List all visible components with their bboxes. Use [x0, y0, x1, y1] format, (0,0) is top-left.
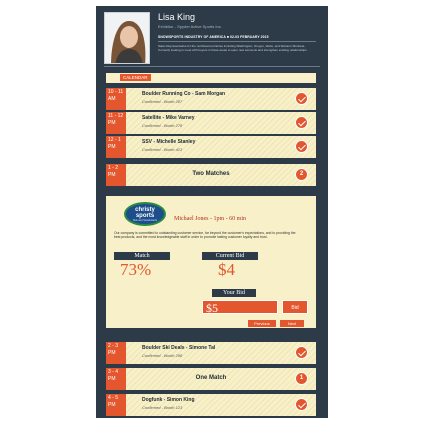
schedule-row[interactable]: 4 - 5 PM Dogfunk - Simon King Confirmed …: [106, 394, 316, 416]
confirmed-check-icon[interactable]: [295, 140, 308, 153]
confirmed-check-icon[interactable]: [295, 116, 308, 129]
app-frame: Lisa King Exhibitor - Spyder Active Spor…: [96, 6, 328, 418]
schedule-row[interactable]: 2 - 3 PM Boulder Ski Deals - Simone Tal …: [106, 342, 316, 364]
appointment-status: Confirmed - Booth 423: [142, 147, 183, 152]
match-value: 73%: [120, 260, 152, 279]
tab-calendar[interactable]: CALENDAR: [120, 74, 151, 81]
match-label: Match: [114, 252, 170, 260]
your-bid-label: Your Bid: [212, 289, 256, 297]
bid-button[interactable]: Bid: [282, 300, 308, 314]
vendor-logo: christy sports Skis and Snowboards: [124, 202, 166, 226]
match-detail-panel: christy sports Skis and Snowboards Micha…: [106, 196, 316, 328]
time-slot: 2 - 3 PM: [106, 342, 126, 364]
time-slot: 10 - 11 AM: [106, 88, 126, 110]
match-group-title: Two Matches: [192, 171, 230, 177]
profile-name: Lisa King: [158, 12, 196, 22]
schedule-row[interactable]: 12 - 1 PM SSV - Michelle Stanley Confirm…: [106, 136, 316, 158]
current-bid-label: Current Bid: [202, 252, 258, 260]
appointment-title: Boulder Running Co - Sam Morgan: [142, 91, 226, 97]
match-group-row[interactable]: 1 - 2 PM Two Matches 2: [106, 164, 316, 186]
show-title: SNOWSPORTS INDUSTRY OF AMERICA ■ 02-03 F…: [158, 35, 269, 39]
match-count-badge[interactable]: 2: [295, 168, 308, 181]
meeting-info: Michael Jones - 1pm - 60 min: [174, 216, 246, 222]
time-slot: 12 - 1 PM: [106, 136, 126, 158]
appointment-status: Confirmed - Booth 298: [142, 353, 183, 358]
schedule-row[interactable]: 11 - 12 PM Satellite - Mike Varney Confi…: [106, 112, 316, 134]
divider: [104, 66, 320, 67]
appointment-status: Confirmed - Booth 287: [142, 99, 183, 104]
match-count-badge[interactable]: 1: [295, 372, 308, 385]
profile-subtitle: Exhibitor - Spyder Active Sports Inc.: [158, 24, 222, 29]
appointment-status: Confirmed - Booth 123: [142, 405, 183, 410]
match-group-title: One Match: [195, 375, 227, 381]
vendor-description: Our company is committed to outstanding …: [114, 231, 296, 239]
time-slot: 11 - 12 PM: [106, 112, 126, 134]
schedule-row[interactable]: 10 - 11 AM Boulder Running Co - Sam Morg…: [106, 88, 316, 110]
current-bid-value: $4: [218, 260, 235, 279]
time-slot: 4 - 5 PM: [106, 394, 126, 416]
avatar: [104, 12, 150, 64]
calendar-tab-bar: CALENDAR: [106, 73, 316, 83]
appointment-title: SSV - Michelle Stanley: [142, 139, 196, 145]
appointment-status: Confirmed - Booth 278: [142, 123, 183, 128]
divider: [158, 41, 316, 42]
appointment-title: Dogfunk - Simon King: [142, 397, 195, 403]
profile-description: Sales Representative for the northwest t…: [158, 44, 308, 52]
next-button[interactable]: Next: [280, 320, 304, 327]
appointment-title: Satellite - Mike Varney: [142, 115, 195, 121]
previous-button[interactable]: Previous: [248, 320, 276, 327]
confirmed-check-icon[interactable]: [295, 398, 308, 411]
appointment-title: Boulder Ski Deals - Simone Tal: [142, 345, 216, 351]
confirmed-check-icon[interactable]: [295, 92, 308, 105]
confirmed-check-icon[interactable]: [295, 346, 308, 359]
your-bid-input[interactable]: $5: [202, 300, 278, 315]
match-group-row[interactable]: 3 - 4 PM One Match 1: [106, 368, 316, 390]
